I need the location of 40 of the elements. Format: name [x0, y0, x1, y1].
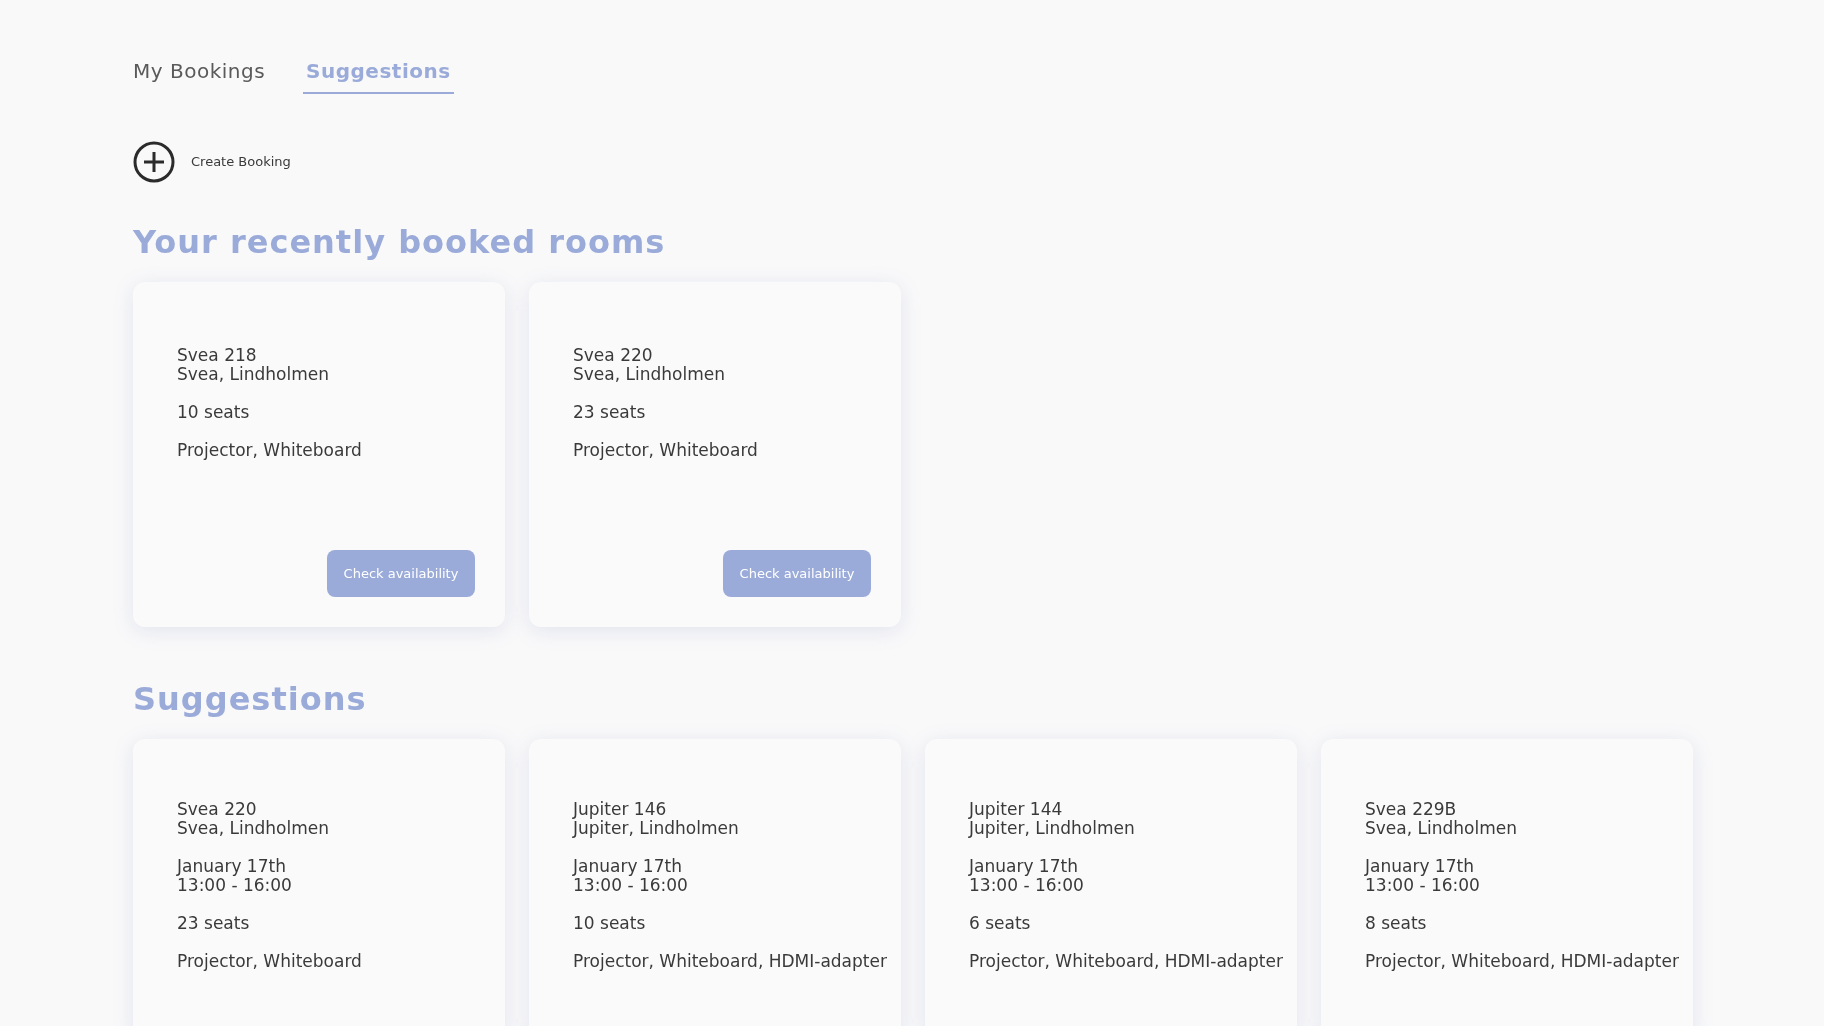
room-name: Jupiter 146 [573, 800, 668, 819]
room-seats: 6 seats [969, 914, 1297, 933]
booking-time: 13:00 - 16:00 [177, 876, 293, 895]
room-location: Svea, Lindholmen [177, 819, 330, 838]
booking-date: January 17th [969, 857, 1079, 876]
plus-circle-icon[interactable] [133, 141, 175, 183]
room-name: Svea 229B [1365, 800, 1458, 819]
room-name: Svea 220 [573, 346, 654, 365]
check-availability-button[interactable]: Check availability [327, 550, 475, 597]
booking-time: 13:00 - 16:00 [573, 876, 689, 895]
room-location: Svea, Lindholmen [1365, 819, 1518, 838]
room-equipment: Projector, Whiteboard, HDMI-adapter [573, 952, 888, 971]
booking-time: 13:00 - 16:00 [969, 876, 1085, 895]
booking-date: January 17th [573, 857, 683, 876]
check-availability-button[interactable]: Check availability [723, 550, 871, 597]
booking-date: January 17th [1365, 857, 1475, 876]
room-location: Jupiter, Lindholmen [573, 819, 740, 838]
booking-time: 13:00 - 16:00 [1365, 876, 1481, 895]
create-booking-label[interactable]: Create Booking [191, 152, 291, 172]
room-equipment: Projector, Whiteboard [177, 441, 363, 460]
booking-date: January 17th [177, 857, 287, 876]
room-seats: 10 seats [177, 403, 475, 422]
room-equipment: Projector, Whiteboard, HDMI-adapter [969, 952, 1284, 971]
room-seats: 10 seats [573, 914, 901, 933]
room-name: Svea 220 [177, 800, 258, 819]
room-location: Svea, Lindholmen [573, 365, 726, 384]
section-heading: Your recently booked rooms [133, 222, 667, 263]
room-equipment: Projector, Whiteboard [177, 952, 363, 971]
room-name: Svea 218 [177, 346, 258, 365]
room-name: Jupiter 144 [969, 800, 1064, 819]
room-equipment: Projector, Whiteboard [573, 441, 759, 460]
tab[interactable]: My Bookings [133, 56, 266, 94]
room-seats: 23 seats [177, 914, 505, 933]
room-location: Svea, Lindholmen [177, 365, 330, 384]
room-equipment: Projector, Whiteboard, HDMI-adapter [1365, 952, 1680, 971]
tab[interactable]: Suggestions [303, 56, 454, 94]
room-seats: 8 seats [1365, 914, 1693, 933]
section-heading: Suggestions [133, 679, 368, 720]
room-seats: 23 seats [573, 403, 871, 422]
room-location: Jupiter, Lindholmen [969, 819, 1136, 838]
